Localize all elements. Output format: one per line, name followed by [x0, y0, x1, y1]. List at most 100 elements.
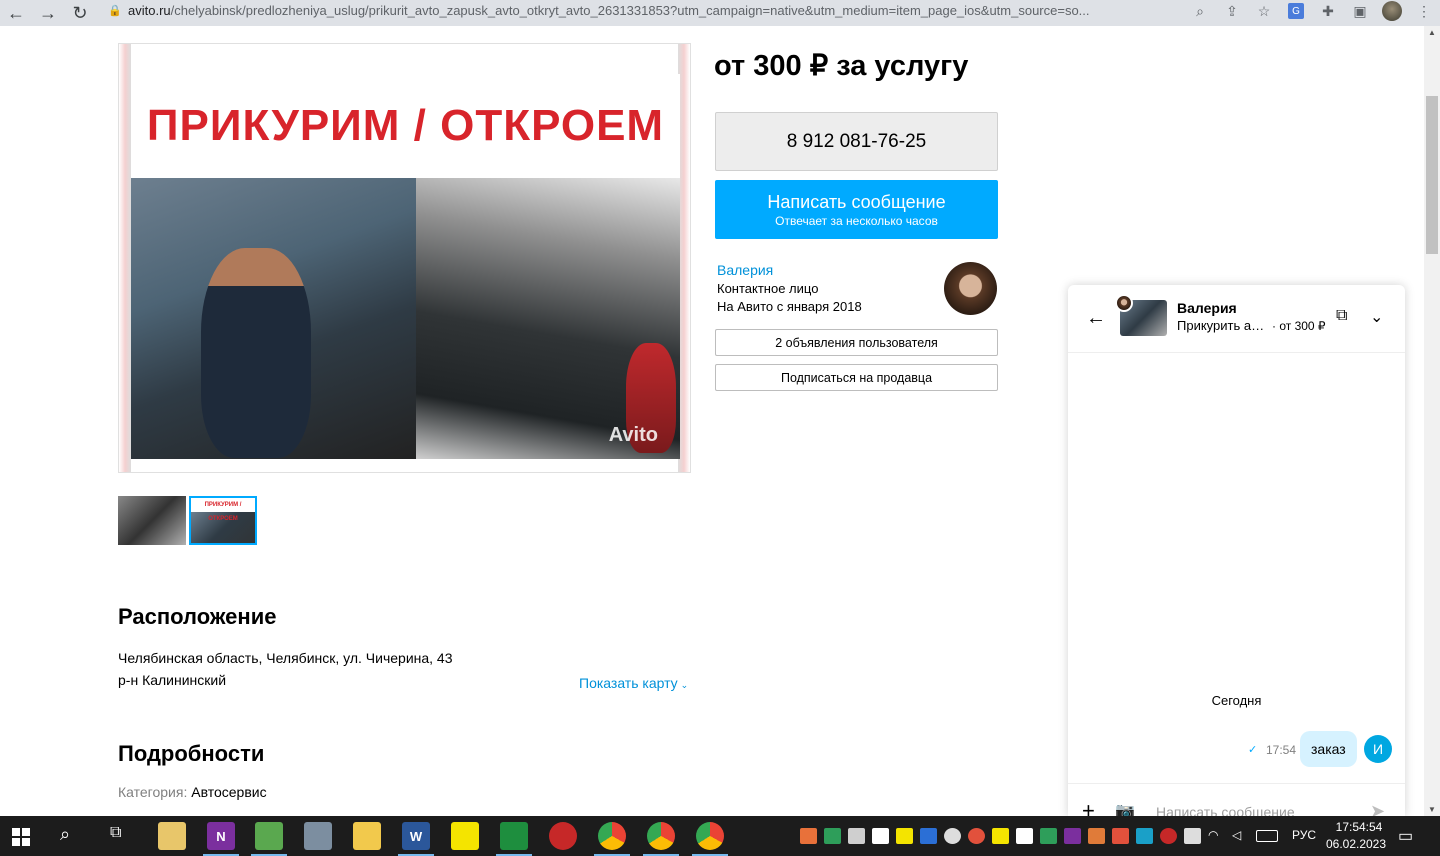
camera-icon[interactable]: 📷	[1115, 801, 1135, 816]
tray-app-icon[interactable]	[1088, 828, 1105, 844]
chevron-down-icon[interactable]: ⌄	[1370, 307, 1383, 327]
chat-date-divider: Сегодня	[1211, 693, 1262, 708]
side-panel-icon[interactable]: ▣	[1344, 0, 1376, 22]
browser-toolbar: ← → ↻ 🔒 avito.ru /chelyabinsk/predlozhen…	[0, 0, 1440, 26]
input-language[interactable]: РУС	[1292, 828, 1316, 842]
location-address: Челябинская область, Челябинск, ул. Чиче…	[118, 650, 453, 666]
main-listing-photo[interactable]: ПРИКУРИМ / ОТКРОЕМ Avito	[118, 43, 691, 473]
tray-window-icon[interactable]	[1016, 828, 1033, 844]
message-time: 17:54	[1266, 743, 1297, 757]
monitor-app-icon[interactable]	[255, 822, 283, 850]
plus-icon[interactable]: +	[1082, 798, 1095, 816]
avito-watermark: Avito	[608, 424, 658, 446]
tray-security-icon[interactable]	[824, 828, 841, 844]
seller-listings-button[interactable]: 2 объявления пользователя	[715, 329, 998, 356]
page-scrollbar[interactable]: ▲ ▼	[1424, 26, 1440, 816]
word-icon[interactable]: W	[402, 822, 430, 850]
seller-since: На Авито с января 2018	[717, 299, 862, 314]
reload-icon[interactable]: ↻	[64, 0, 96, 26]
tray-document-icon[interactable]	[872, 828, 889, 844]
seller-name-link[interactable]: Валерия	[717, 262, 773, 278]
address-bar[interactable]: 🔒 avito.ru /chelyabinsk/predlozheniya_us…	[108, 0, 1204, 20]
volume-icon[interactable]: ◁	[1232, 828, 1249, 844]
photo-banner: ПРИКУРИМ / ОТКРОЕМ	[131, 74, 680, 178]
photo-banner-text: ПРИКУРИМ / ОТКРОЕМ	[146, 101, 665, 150]
chat-message-input[interactable]: Написать сообщение	[1156, 804, 1295, 816]
tray-yandex-icon[interactable]	[1160, 828, 1177, 844]
translate-extension-icon[interactable]: G	[1280, 0, 1312, 22]
category-label: Категория:	[118, 784, 188, 800]
task-view-icon[interactable]: ⧉	[110, 824, 134, 848]
sheets-icon[interactable]	[500, 822, 528, 850]
search-icon[interactable]: ⌕	[60, 824, 84, 848]
back-arrow-icon[interactable]: ←	[0, 0, 32, 26]
tray-snip-icon[interactable]	[920, 828, 937, 844]
page-content: ПРИКУРИМ / ОТКРОЕМ Avito ПРИКУРИМ / ОТКР…	[0, 26, 1424, 816]
chat-input-row: + 📷 Написать сообщение ➤	[1068, 783, 1405, 816]
chat-seller-avatar	[1115, 294, 1133, 312]
tray-app-icon[interactable]	[944, 828, 961, 844]
user-avatar: И	[1364, 735, 1392, 763]
tray-monitor-icon[interactable]	[848, 828, 865, 844]
scroll-down-arrow-icon[interactable]: ▼	[1428, 805, 1436, 814]
yandex-browser-icon[interactable]	[549, 822, 577, 850]
response-time-label: Отвечает за несколько часов	[775, 213, 938, 228]
tray-app-icon[interactable]	[800, 828, 817, 844]
subscribe-seller-button[interactable]: Подписаться на продавца	[715, 364, 998, 391]
category-value: Автосервис	[191, 784, 267, 800]
chrome-icon[interactable]	[696, 822, 724, 850]
show-phone-button[interactable]: 8 912 081-76-25	[715, 112, 998, 171]
chat-contact-name[interactable]: Валерия	[1177, 300, 1237, 316]
tray-app-icon[interactable]	[968, 828, 985, 844]
wifi-icon[interactable]: ◠	[1208, 828, 1225, 844]
chat-item-title[interactable]: Прикурить автомобиль	[1177, 318, 1265, 333]
send-icon[interactable]: ➤	[1370, 801, 1385, 816]
tray-notes-icon[interactable]	[896, 828, 913, 844]
tray-app-icon[interactable]	[1136, 828, 1153, 844]
photo-thumbnail-2-selected[interactable]: ПРИКУРИМ / ОТКРОЕМ	[189, 496, 257, 545]
forward-arrow-icon[interactable]: →	[32, 0, 64, 26]
show-map-link[interactable]: Показать карту ⌄	[579, 675, 688, 691]
bookmark-star-icon[interactable]: ☆	[1248, 0, 1280, 22]
chrome-icon[interactable]	[647, 822, 675, 850]
onenote-icon[interactable]: N	[207, 822, 235, 850]
windows-start-icon[interactable]	[12, 828, 30, 846]
folder-icon[interactable]	[353, 822, 381, 850]
browser-menu-icon[interactable]: ⋮	[1408, 0, 1440, 22]
photo-car-door-scene	[131, 178, 416, 459]
expand-window-icon[interactable]: ⧉	[1336, 307, 1347, 325]
tray-app-icon[interactable]	[1040, 828, 1057, 844]
utility-app-icon[interactable]	[304, 822, 332, 850]
photo-image: ПРИКУРИМ / ОТКРОЕМ Avito	[131, 74, 680, 459]
lock-icon[interactable]: 🔒	[108, 4, 124, 17]
seller-avatar[interactable]	[944, 262, 997, 315]
write-message-button[interactable]: Написать сообщение Отвечает за несколько…	[715, 180, 998, 239]
profile-avatar[interactable]	[1376, 0, 1408, 22]
url-host: avito.ru	[128, 2, 171, 18]
clock-date[interactable]: 06.02.2023	[1325, 837, 1387, 851]
keyboard-icon[interactable]	[1256, 830, 1278, 842]
file-explorer-icon[interactable]	[158, 822, 186, 850]
share-icon[interactable]: ⇪	[1216, 0, 1248, 22]
sticky-notes-icon[interactable]	[451, 822, 479, 850]
message-delivered-check-icon: ✓	[1248, 744, 1258, 756]
clock-time[interactable]: 17:54:54	[1328, 820, 1390, 834]
tray-notes-icon[interactable]	[992, 828, 1009, 844]
scrollbar-thumb[interactable]	[1426, 96, 1438, 254]
chat-message-bubble[interactable]: заказ	[1300, 731, 1357, 767]
tray-power-icon[interactable]	[1184, 828, 1201, 844]
category-line: Категория: Автосервис	[118, 784, 267, 800]
chat-header: ← Валерия Прикурить автомобиль · от 300 …	[1068, 285, 1405, 353]
tray-app-icon[interactable]	[1112, 828, 1129, 844]
tray-onenote-icon[interactable]	[1064, 828, 1081, 844]
chevron-down-icon: ⌄	[680, 680, 689, 690]
write-message-label: Написать сообщение	[767, 191, 946, 212]
photo-thumbnail-1[interactable]	[118, 496, 186, 545]
back-arrow-icon[interactable]: ←	[1086, 307, 1106, 330]
zoom-icon[interactable]: ⌕	[1184, 0, 1216, 22]
notification-icon[interactable]: ▭	[1398, 826, 1413, 846]
chrome-icon[interactable]	[598, 822, 626, 850]
chat-item-price: · от 300 ₽	[1272, 319, 1326, 333]
scroll-up-arrow-icon[interactable]: ▲	[1428, 28, 1436, 37]
extensions-puzzle-icon[interactable]: ✚	[1312, 0, 1344, 22]
